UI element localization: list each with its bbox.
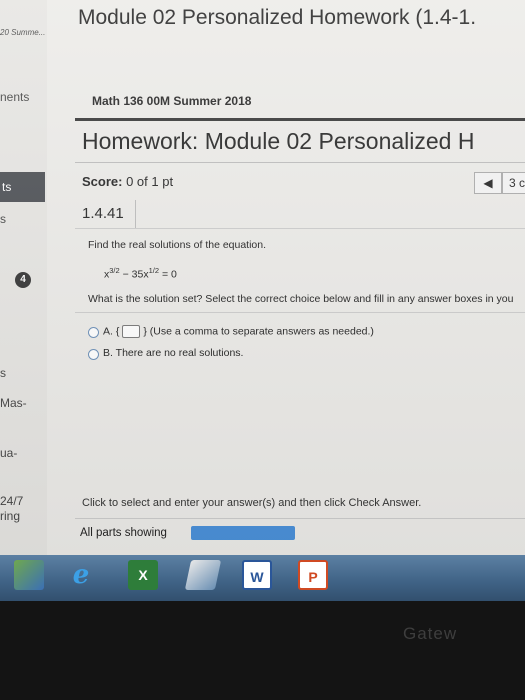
question-select-label: 3 c <box>508 176 525 190</box>
start-icon[interactable] <box>14 560 44 590</box>
notification-badge[interactable]: 4 <box>15 272 31 288</box>
parts-showing-label: All parts showing <box>80 527 167 539</box>
option-b: B. There are no real solutions. <box>103 347 243 359</box>
eq-exp1: 3/2 <box>109 266 120 275</box>
question-number: 1.4.41 <box>76 200 136 228</box>
answer-input-box[interactable] <box>122 325 141 338</box>
question-select-button[interactable]: 3 c <box>502 172 525 194</box>
divider <box>75 312 525 313</box>
divider <box>75 118 525 121</box>
sidebar-date: 24/7 <box>0 494 24 508</box>
option-a: A. {} (Use a comma to separate answers a… <box>103 325 374 338</box>
sidebar-item-marker-2: s <box>0 366 6 380</box>
equation: x3/2 − 35x1/2 = 0 <box>104 266 177 281</box>
notes-icon[interactable] <box>184 560 222 590</box>
progress-bar[interactable] <box>191 526 295 540</box>
word-icon[interactable]: W <box>242 560 272 590</box>
option-a-label: A. <box>103 325 113 338</box>
prev-question-button[interactable]: ◀ <box>474 172 502 194</box>
window-title: Module 02 Personalized Homework (1.4-1. <box>78 6 477 29</box>
divider <box>75 228 525 229</box>
sidebar-item-selected[interactable]: ts <box>0 172 45 202</box>
screen: 20 Summe... nents ts s 4 s Mas- ua- 24/7… <box>0 0 525 560</box>
option-a-radio[interactable] <box>88 327 99 338</box>
option-b-label: B. <box>103 347 113 359</box>
divider <box>75 518 525 519</box>
excel-icon[interactable]: X <box>128 560 158 590</box>
powerpoint-icon[interactable]: P <box>298 560 328 590</box>
sidebar-item-qual[interactable]: ua- <box>0 446 17 460</box>
sidebar-item-ring: ring <box>0 509 21 523</box>
score-value: 0 of 1 pt <box>126 174 174 189</box>
brace-close: } <box>143 325 147 338</box>
sidebar: 20 Summe... nents ts s 4 s Mas- ua- 24/7… <box>0 0 47 560</box>
prev-arrow-icon: ◀ <box>483 176 493 190</box>
option-a-hint: (Use a comma to separate answers as need… <box>149 325 374 338</box>
question-prompt: Find the real solutions of the equation. <box>88 239 267 251</box>
eq-rhs: = 0 <box>159 268 177 281</box>
score: Score: 0 of 1 pt <box>82 174 173 189</box>
sidebar-item-mastery[interactable]: Mas- <box>0 396 27 410</box>
ie-icon[interactable]: e <box>66 560 96 590</box>
brace-open: { <box>115 325 120 338</box>
monitor-bezel <box>0 601 525 700</box>
divider <box>75 162 525 163</box>
sidebar-item-marker: s <box>0 212 6 226</box>
monitor-brand-logo: Gatew <box>403 624 458 643</box>
eq-minus: − 35x <box>119 268 149 281</box>
score-label: Score: <box>82 174 123 189</box>
course-name: Math 136 00M Summer 2018 <box>92 94 252 108</box>
option-b-text: There are no real solutions. <box>115 347 244 359</box>
instruction-footer: Click to select and enter your answer(s)… <box>82 497 422 509</box>
sidebar-course-text: 20 Summe... <box>0 28 46 37</box>
homework-title: Homework: Module 02 Personalized H <box>82 128 475 154</box>
option-b-radio[interactable] <box>88 349 99 360</box>
sidebar-item-assignments[interactable]: nents <box>0 90 29 104</box>
eq-exp2: 1/2 <box>148 266 160 275</box>
screen-glare <box>0 0 525 560</box>
question-instruction: What is the solution set? Select the cor… <box>88 293 514 305</box>
